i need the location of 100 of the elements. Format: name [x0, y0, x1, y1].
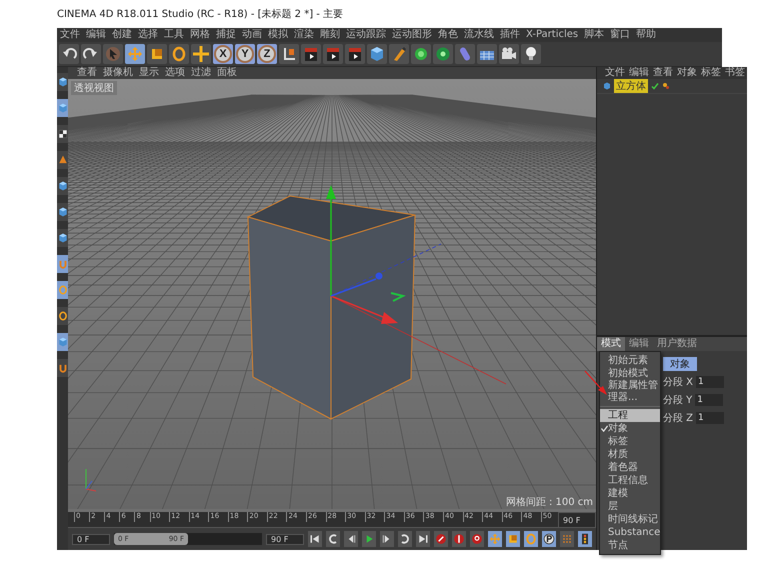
object-menu-item[interactable]: 编辑 — [627, 67, 651, 79]
menu-item[interactable]: 帮助 — [633, 28, 660, 42]
capsule-icon — [457, 46, 473, 62]
axis-lock-button[interactable]: Y — [235, 44, 255, 64]
attribute-tab[interactable]: 用户数据 — [653, 337, 701, 351]
toolbar-button[interactable] — [301, 44, 321, 64]
menu-item[interactable]: X-Particles — [523, 28, 582, 42]
toolbar-button[interactable] — [323, 44, 343, 64]
playback-button[interactable] — [542, 531, 556, 547]
playback-button[interactable] — [470, 531, 484, 547]
menu-option[interactable]: 新建属性管理器... — [600, 380, 660, 404]
menu-option[interactable]: 节点 — [600, 539, 660, 552]
playback-button[interactable] — [452, 531, 466, 547]
menu-item[interactable]: 工具 — [161, 28, 187, 42]
object-menu-item[interactable]: 标签 — [699, 67, 723, 79]
rotate-icon — [58, 284, 68, 296]
viewport-menu-item[interactable]: 摄像机 — [100, 66, 136, 80]
menu-option[interactable]: 工程 — [600, 409, 660, 422]
clapperboard-icon — [303, 46, 319, 62]
sphere-icon — [413, 46, 429, 62]
toolbar-button[interactable] — [345, 44, 365, 64]
cursor-icon — [105, 46, 121, 62]
menu-item[interactable]: 模拟 — [265, 28, 291, 42]
playback-button[interactable] — [434, 531, 448, 547]
tool-button[interactable] — [57, 125, 68, 143]
move-icon — [489, 533, 501, 545]
menu-option[interactable]: 标签 — [600, 435, 660, 448]
tool-button[interactable] — [57, 229, 68, 247]
menu-option[interactable]: 初始模式 — [600, 367, 660, 380]
menu-item[interactable]: 文件 — [57, 28, 83, 42]
menu-option[interactable]: 建模 — [600, 487, 660, 500]
menu-option[interactable]: 对象 — [600, 422, 660, 435]
viewport-menu-item[interactable]: 显示 — [136, 66, 162, 80]
menu-item[interactable]: 流水线 — [461, 28, 497, 42]
toolbar-button[interactable] — [433, 44, 453, 64]
loop-right-icon — [399, 533, 411, 545]
object-menu-item[interactable]: 查看 — [651, 67, 675, 79]
attribute-tab[interactable]: 编辑 — [625, 337, 653, 351]
axis-lock-button[interactable]: Z — [257, 44, 277, 64]
menu-item[interactable]: 运动跟踪 — [343, 28, 389, 42]
menu-option[interactable]: 材质 — [600, 448, 660, 461]
toolbar-button[interactable] — [279, 44, 299, 64]
menu-item[interactable]: 编辑 — [83, 28, 109, 42]
tool-button[interactable] — [57, 177, 68, 195]
menu-option[interactable]: 层 — [600, 500, 660, 513]
menu-option[interactable]: 工程信息 — [600, 474, 660, 487]
current-frame-field[interactable]: 0 F — [72, 534, 110, 544]
number-field[interactable]: 1 — [696, 412, 724, 424]
axis-lock-button[interactable]: X — [213, 44, 233, 64]
scale-icon — [149, 46, 165, 62]
tool-button[interactable] — [57, 203, 68, 221]
menu-option[interactable]: 初始元素 — [600, 354, 660, 367]
menu-option[interactable]: Substance — [600, 526, 660, 539]
magnet-icon — [58, 258, 68, 270]
menu-item[interactable]: 脚本 — [581, 28, 608, 42]
mode-button[interactable]: 对象 — [663, 357, 697, 371]
playback-button[interactable] — [398, 531, 412, 547]
toolbar-button[interactable] — [81, 44, 101, 64]
menu-item[interactable]: 插件 — [497, 28, 523, 42]
tool-button[interactable] — [57, 307, 68, 325]
toolbar-button[interactable] — [521, 44, 541, 64]
playback-button[interactable] — [326, 531, 340, 547]
menu-item[interactable]: 网格 — [187, 28, 213, 42]
menu-item[interactable]: 雕刻 — [317, 28, 343, 42]
playback-button[interactable] — [578, 531, 592, 547]
playback-button[interactable] — [416, 531, 430, 547]
tag-icon — [662, 82, 670, 90]
viewport-menu-item[interactable]: 查看 — [74, 66, 100, 80]
toolbar-button[interactable] — [499, 44, 519, 64]
checker-icon — [58, 128, 68, 140]
playback-button[interactable] — [308, 531, 322, 547]
toolbar-button[interactable] — [59, 44, 79, 64]
max-frame-field[interactable]: 90 F — [266, 534, 304, 544]
attribute-tab[interactable]: 模式 — [597, 337, 625, 351]
number-field[interactable]: 1 — [695, 394, 724, 406]
menu-item[interactable]: 动画 — [239, 28, 265, 42]
menu-option[interactable]: 时间线标记 — [600, 513, 660, 526]
tool-button[interactable] — [57, 73, 68, 91]
menu-item[interactable]: 运动图形 — [389, 28, 435, 42]
menu-item[interactable]: 角色 — [435, 28, 461, 42]
viewport-menu-item[interactable]: 选项 — [162, 66, 188, 80]
object-menu-item[interactable]: 书签 — [723, 67, 747, 79]
menu-option[interactable]: 着色器 — [600, 461, 660, 474]
rotate-icon — [58, 310, 68, 322]
field-label: 分段 Y — [663, 394, 692, 407]
object-menu-item[interactable]: 对象 — [675, 67, 699, 79]
key-help-icon — [471, 533, 483, 545]
menu-item[interactable]: 渲染 — [291, 28, 317, 42]
viewport-menu-item[interactable]: 过滤 — [188, 66, 214, 80]
number-field[interactable]: 1 — [696, 376, 724, 388]
playback-button[interactable] — [344, 531, 358, 547]
menu-item[interactable]: 窗口 — [607, 28, 634, 42]
object-name[interactable]: 立方体 — [614, 79, 648, 93]
playback-button[interactable] — [380, 531, 394, 547]
menu-item[interactable]: 捕捉 — [213, 28, 239, 42]
menu-item[interactable]: 创建 — [109, 28, 135, 42]
end-frame-field[interactable]: 90 F — [558, 512, 596, 528]
viewport-menu-item[interactable]: 面板 — [214, 66, 240, 80]
autokey-icon — [453, 533, 465, 545]
menu-item[interactable]: 选择 — [135, 28, 161, 42]
